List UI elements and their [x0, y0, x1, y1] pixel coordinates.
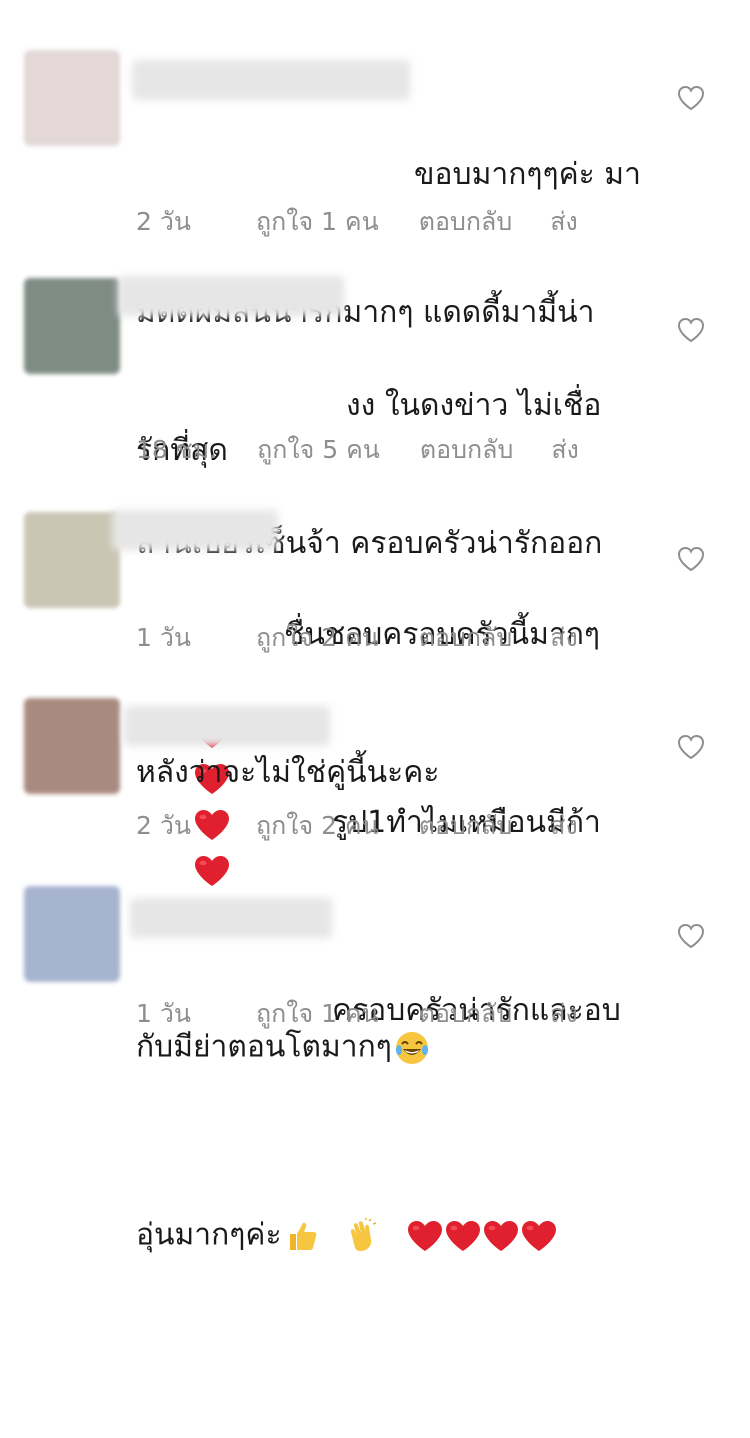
comment-meta: 2 วัน ถูกใจ 1 คน ตอบกลับ ส่ง — [136, 202, 578, 242]
thumbs-up-icon — [284, 1126, 341, 1346]
likes-count[interactable]: ถูกใจ 2 คน — [256, 618, 379, 658]
comment-meta: 18 ชม. ถูกใจ 5 คน ตอบกลับ ส่ง — [136, 430, 579, 470]
send-button[interactable]: ส่ง — [550, 806, 577, 846]
comment-meta: 1 วัน ถูกใจ 1 คน ตอบกลับ ส่ง — [136, 994, 578, 1034]
timestamp: 1 วัน — [136, 999, 191, 1028]
likes-count[interactable]: ถูกใจ 1 คน — [256, 202, 379, 242]
timestamp: 18 ชม. — [136, 435, 218, 464]
avatar[interactable] — [24, 512, 120, 608]
red-heart-icon — [444, 1219, 482, 1253]
like-heart-icon[interactable] — [675, 731, 707, 763]
reply-button[interactable]: ตอบกลับ — [420, 430, 513, 470]
reply-button[interactable]: ตอบกลับ — [419, 618, 512, 658]
reply-button[interactable]: ตอบกลับ — [419, 806, 512, 846]
send-button[interactable]: ส่ง — [550, 994, 577, 1034]
reply-button[interactable]: ตอบกลับ — [419, 994, 512, 1034]
comment-meta: 1 วัน ถูกใจ 2 คน ตอบกลับ ส่ง — [136, 618, 578, 658]
red-heart-icon — [520, 1219, 558, 1253]
like-heart-icon[interactable] — [675, 314, 707, 346]
comment-text: ครอบครัวน่ารักและอบ อุ่นมากๆค่ะ — [136, 896, 656, 1438]
timestamp: 2 วัน — [136, 207, 191, 236]
send-button[interactable]: ส่ง — [550, 618, 577, 658]
red-heart-icon — [406, 1219, 444, 1253]
timestamp: 2 วัน — [136, 811, 191, 840]
timestamp: 1 วัน — [136, 623, 191, 652]
clapping-hands-icon — [345, 1126, 402, 1346]
avatar[interactable] — [24, 50, 120, 146]
like-heart-icon[interactable] — [675, 82, 707, 114]
avatar[interactable] — [24, 698, 120, 794]
reply-button[interactable]: ตอบกลับ — [419, 202, 512, 242]
comment-meta: 2 วัน ถูกใจ 2 คน ตอบกลับ ส่ง — [136, 806, 578, 846]
send-button[interactable]: ส่ง — [550, 202, 577, 242]
like-heart-icon[interactable] — [675, 920, 707, 952]
likes-count[interactable]: ถูกใจ 5 คน — [257, 430, 380, 470]
avatar[interactable] — [24, 278, 120, 374]
likes-count[interactable]: ถูกใจ 1 คน — [256, 994, 379, 1034]
likes-count[interactable]: ถูกใจ 2 คน — [256, 806, 379, 846]
red-heart-icon — [482, 1219, 520, 1253]
send-button[interactable]: ส่ง — [551, 430, 578, 470]
like-heart-icon[interactable] — [675, 543, 707, 575]
avatar[interactable] — [24, 886, 120, 982]
